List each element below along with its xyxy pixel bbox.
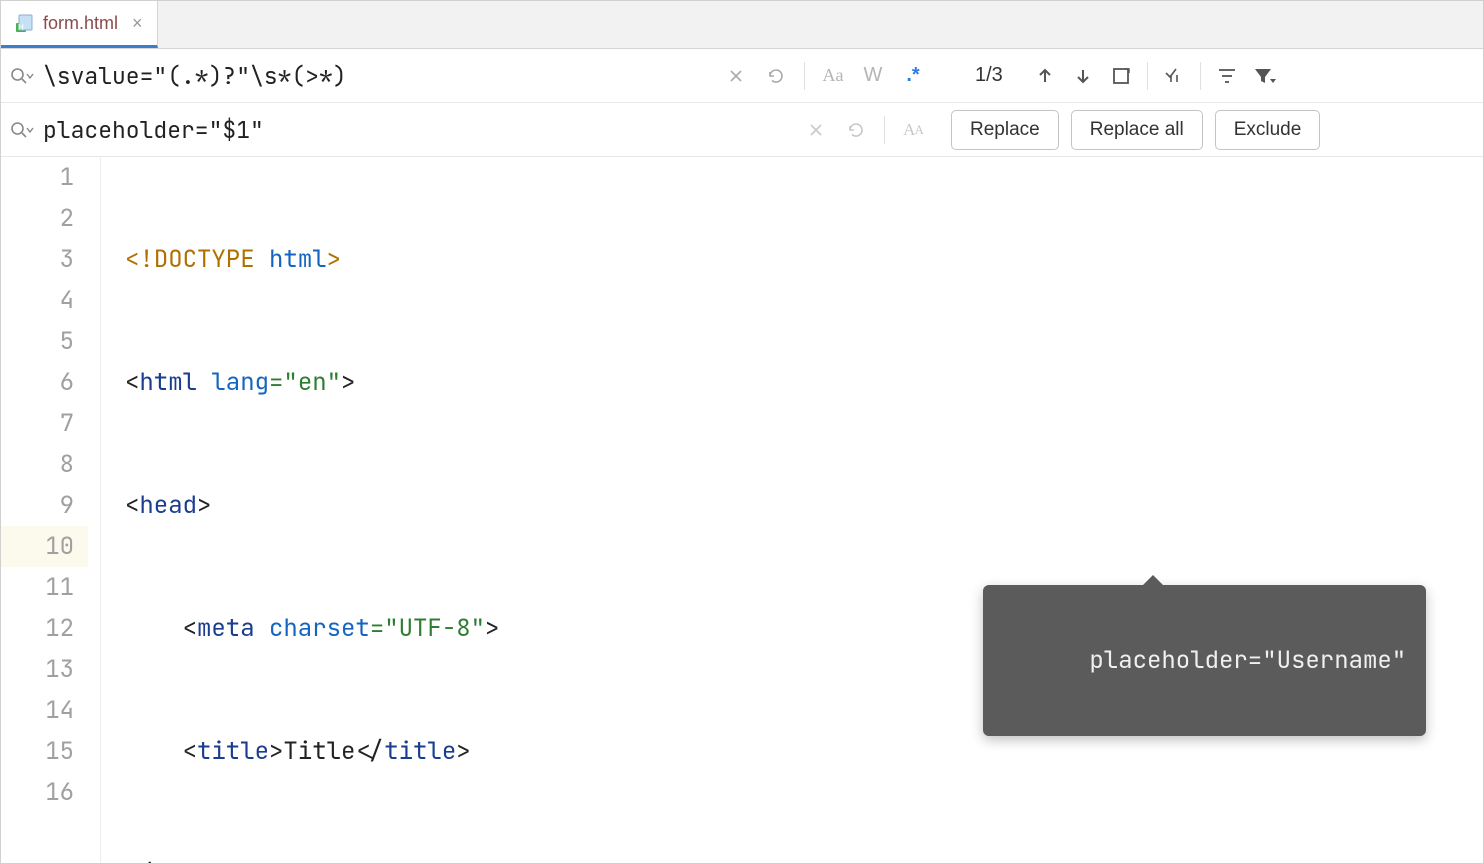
editor-tab[interactable]: H form.html × <box>1 1 158 48</box>
select-all-icon[interactable] <box>1105 60 1137 92</box>
replace-input[interactable] <box>43 115 792 145</box>
code-line: <html lang="en"> <box>125 362 1483 403</box>
line-number: 2 <box>1 198 88 239</box>
replace-all-button[interactable]: Replace all <box>1071 110 1203 150</box>
line-number: 12 <box>1 608 88 649</box>
tooltip-text: placeholder="Username" <box>1089 645 1406 676</box>
exclude-button[interactable]: Exclude <box>1215 110 1321 150</box>
tab-bar: H form.html × <box>1 1 1483 49</box>
next-match-icon[interactable] <box>1067 60 1099 92</box>
line-number: 11 <box>1 567 88 608</box>
line-number: 6 <box>1 362 88 403</box>
code-line: <head> <box>125 485 1483 526</box>
line-number: 14 <box>1 690 88 731</box>
search-icon <box>9 67 35 85</box>
find-bar: Aa W .* 1/3 <box>1 49 1483 103</box>
separator <box>1200 62 1201 90</box>
line-number: 10 <box>1 526 88 567</box>
replace-bar: AA Replace Replace all Exclude <box>1 103 1483 157</box>
clear-replace-icon[interactable] <box>800 114 832 146</box>
match-case-toggle[interactable]: Aa <box>817 60 849 92</box>
replace-icon <box>9 121 35 139</box>
find-history-icon[interactable] <box>760 60 792 92</box>
clear-find-icon[interactable] <box>720 60 752 92</box>
separator <box>804 62 805 90</box>
line-number: 1 <box>1 157 88 198</box>
close-icon[interactable]: × <box>132 13 143 34</box>
filter-toggle-icon[interactable] <box>1211 60 1243 92</box>
code-line: <!DOCTYPE html> <box>125 239 1483 280</box>
code-editor[interactable]: 1 2 3 4 5 6 7 8 9 10 11 12 13 14 15 16 <… <box>1 157 1483 863</box>
line-number: 3 <box>1 239 88 280</box>
regex-toggle[interactable]: .* <box>897 60 929 92</box>
filter-icon[interactable] <box>1249 60 1281 92</box>
match-count: 1/3 <box>975 64 1003 87</box>
prev-match-icon[interactable] <box>1029 60 1061 92</box>
line-number: 8 <box>1 444 88 485</box>
code-line: <title>Title</title> <box>125 731 1483 772</box>
line-number: 5 <box>1 321 88 362</box>
separator <box>1147 62 1148 90</box>
find-input[interactable] <box>43 61 712 91</box>
tab-filename: form.html <box>43 13 118 34</box>
line-number: 4 <box>1 280 88 321</box>
line-gutter: 1 2 3 4 5 6 7 8 9 10 11 12 13 14 15 16 <box>1 157 101 863</box>
line-number: 9 <box>1 485 88 526</box>
code-line: </head> <box>125 854 1483 863</box>
line-number: 7 <box>1 403 88 444</box>
html-file-icon: H <box>15 13 35 33</box>
line-number: 15 <box>1 731 88 772</box>
line-number: 16 <box>1 772 88 813</box>
whole-words-toggle[interactable]: W <box>857 60 889 92</box>
add-selection-icon[interactable] <box>1158 60 1190 92</box>
replace-preview-tooltip: placeholder="Username" <box>983 585 1426 736</box>
separator <box>884 116 885 144</box>
code-area[interactable]: <!DOCTYPE html> <html lang="en"> <head> … <box>101 157 1483 863</box>
replace-history-icon[interactable] <box>840 114 872 146</box>
svg-text:H: H <box>18 23 24 32</box>
preserve-case-toggle[interactable]: AA <box>897 114 929 146</box>
replace-button[interactable]: Replace <box>951 110 1059 150</box>
line-number: 13 <box>1 649 88 690</box>
